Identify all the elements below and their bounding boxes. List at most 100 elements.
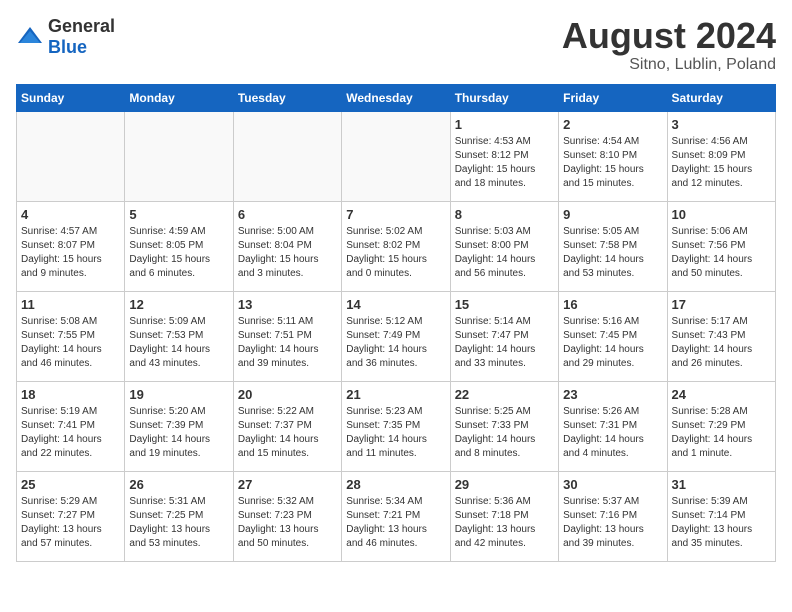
day-info: Sunrise: 5:03 AM Sunset: 8:00 PM Dayligh… xyxy=(455,225,554,281)
day-number: 21 xyxy=(346,386,445,405)
calendar-cell: 9Sunrise: 5:05 AM Sunset: 7:58 PM Daylig… xyxy=(559,201,667,291)
day-info: Sunrise: 5:17 AM Sunset: 7:43 PM Dayligh… xyxy=(672,315,771,371)
day-info: Sunrise: 4:54 AM Sunset: 8:10 PM Dayligh… xyxy=(563,135,662,191)
day-info: Sunrise: 5:23 AM Sunset: 7:35 PM Dayligh… xyxy=(346,405,445,461)
logo-blue: Blue xyxy=(48,37,87,57)
day-number: 28 xyxy=(346,476,445,495)
weekday-header-monday: Monday xyxy=(125,84,233,111)
calendar-header-row: SundayMondayTuesdayWednesdayThursdayFrid… xyxy=(17,84,776,111)
title-block: August 2024 Sitno, Lublin, Poland xyxy=(562,16,776,74)
calendar-cell: 21Sunrise: 5:23 AM Sunset: 7:35 PM Dayli… xyxy=(342,381,450,471)
day-number: 6 xyxy=(238,206,337,225)
day-info: Sunrise: 4:59 AM Sunset: 8:05 PM Dayligh… xyxy=(129,225,228,281)
day-info: Sunrise: 4:53 AM Sunset: 8:12 PM Dayligh… xyxy=(455,135,554,191)
calendar-cell xyxy=(125,111,233,201)
day-number: 31 xyxy=(672,476,771,495)
day-number: 14 xyxy=(346,296,445,315)
day-number: 12 xyxy=(129,296,228,315)
weekday-header-friday: Friday xyxy=(559,84,667,111)
calendar-cell: 1Sunrise: 4:53 AM Sunset: 8:12 PM Daylig… xyxy=(450,111,558,201)
day-number: 3 xyxy=(672,116,771,135)
calendar-cell: 8Sunrise: 5:03 AM Sunset: 8:00 PM Daylig… xyxy=(450,201,558,291)
day-number: 10 xyxy=(672,206,771,225)
calendar-cell: 26Sunrise: 5:31 AM Sunset: 7:25 PM Dayli… xyxy=(125,471,233,561)
calendar-cell xyxy=(233,111,341,201)
day-info: Sunrise: 5:36 AM Sunset: 7:18 PM Dayligh… xyxy=(455,495,554,551)
day-info: Sunrise: 5:14 AM Sunset: 7:47 PM Dayligh… xyxy=(455,315,554,371)
day-number: 15 xyxy=(455,296,554,315)
day-number: 22 xyxy=(455,386,554,405)
day-number: 17 xyxy=(672,296,771,315)
day-number: 24 xyxy=(672,386,771,405)
calendar-cell: 23Sunrise: 5:26 AM Sunset: 7:31 PM Dayli… xyxy=(559,381,667,471)
day-info: Sunrise: 5:08 AM Sunset: 7:55 PM Dayligh… xyxy=(21,315,120,371)
day-info: Sunrise: 5:29 AM Sunset: 7:27 PM Dayligh… xyxy=(21,495,120,551)
month-title: August 2024 xyxy=(562,16,776,56)
calendar-cell: 13Sunrise: 5:11 AM Sunset: 7:51 PM Dayli… xyxy=(233,291,341,381)
day-number: 5 xyxy=(129,206,228,225)
day-number: 2 xyxy=(563,116,662,135)
day-number: 19 xyxy=(129,386,228,405)
calendar-week-3: 11Sunrise: 5:08 AM Sunset: 7:55 PM Dayli… xyxy=(17,291,776,381)
day-info: Sunrise: 5:02 AM Sunset: 8:02 PM Dayligh… xyxy=(346,225,445,281)
page-header: General Blue August 2024 Sitno, Lublin, … xyxy=(16,16,776,74)
weekday-header-tuesday: Tuesday xyxy=(233,84,341,111)
calendar-cell: 19Sunrise: 5:20 AM Sunset: 7:39 PM Dayli… xyxy=(125,381,233,471)
calendar-cell: 25Sunrise: 5:29 AM Sunset: 7:27 PM Dayli… xyxy=(17,471,125,561)
calendar-cell: 3Sunrise: 4:56 AM Sunset: 8:09 PM Daylig… xyxy=(667,111,775,201)
calendar-week-5: 25Sunrise: 5:29 AM Sunset: 7:27 PM Dayli… xyxy=(17,471,776,561)
day-info: Sunrise: 5:05 AM Sunset: 7:58 PM Dayligh… xyxy=(563,225,662,281)
calendar-cell: 5Sunrise: 4:59 AM Sunset: 8:05 PM Daylig… xyxy=(125,201,233,291)
calendar-cell xyxy=(17,111,125,201)
calendar-cell: 24Sunrise: 5:28 AM Sunset: 7:29 PM Dayli… xyxy=(667,381,775,471)
day-info: Sunrise: 5:25 AM Sunset: 7:33 PM Dayligh… xyxy=(455,405,554,461)
calendar-cell: 20Sunrise: 5:22 AM Sunset: 7:37 PM Dayli… xyxy=(233,381,341,471)
day-number: 9 xyxy=(563,206,662,225)
day-number: 16 xyxy=(563,296,662,315)
calendar-cell: 28Sunrise: 5:34 AM Sunset: 7:21 PM Dayli… xyxy=(342,471,450,561)
day-number: 4 xyxy=(21,206,120,225)
day-info: Sunrise: 5:37 AM Sunset: 7:16 PM Dayligh… xyxy=(563,495,662,551)
calendar-table: SundayMondayTuesdayWednesdayThursdayFrid… xyxy=(16,84,776,562)
calendar-week-4: 18Sunrise: 5:19 AM Sunset: 7:41 PM Dayli… xyxy=(17,381,776,471)
day-info: Sunrise: 5:32 AM Sunset: 7:23 PM Dayligh… xyxy=(238,495,337,551)
day-info: Sunrise: 5:31 AM Sunset: 7:25 PM Dayligh… xyxy=(129,495,228,551)
logo: General Blue xyxy=(16,16,115,58)
day-number: 13 xyxy=(238,296,337,315)
calendar-cell: 16Sunrise: 5:16 AM Sunset: 7:45 PM Dayli… xyxy=(559,291,667,381)
weekday-header-sunday: Sunday xyxy=(17,84,125,111)
day-info: Sunrise: 5:26 AM Sunset: 7:31 PM Dayligh… xyxy=(563,405,662,461)
day-number: 18 xyxy=(21,386,120,405)
weekday-header-saturday: Saturday xyxy=(667,84,775,111)
calendar-cell: 31Sunrise: 5:39 AM Sunset: 7:14 PM Dayli… xyxy=(667,471,775,561)
day-info: Sunrise: 4:56 AM Sunset: 8:09 PM Dayligh… xyxy=(672,135,771,191)
logo-icon xyxy=(16,25,44,49)
calendar-cell: 6Sunrise: 5:00 AM Sunset: 8:04 PM Daylig… xyxy=(233,201,341,291)
calendar-cell: 11Sunrise: 5:08 AM Sunset: 7:55 PM Dayli… xyxy=(17,291,125,381)
day-number: 29 xyxy=(455,476,554,495)
calendar-cell: 27Sunrise: 5:32 AM Sunset: 7:23 PM Dayli… xyxy=(233,471,341,561)
calendar-cell: 18Sunrise: 5:19 AM Sunset: 7:41 PM Dayli… xyxy=(17,381,125,471)
day-number: 27 xyxy=(238,476,337,495)
calendar-cell: 14Sunrise: 5:12 AM Sunset: 7:49 PM Dayli… xyxy=(342,291,450,381)
calendar-cell: 15Sunrise: 5:14 AM Sunset: 7:47 PM Dayli… xyxy=(450,291,558,381)
calendar-cell: 10Sunrise: 5:06 AM Sunset: 7:56 PM Dayli… xyxy=(667,201,775,291)
day-info: Sunrise: 5:20 AM Sunset: 7:39 PM Dayligh… xyxy=(129,405,228,461)
day-number: 23 xyxy=(563,386,662,405)
day-info: Sunrise: 5:00 AM Sunset: 8:04 PM Dayligh… xyxy=(238,225,337,281)
day-number: 30 xyxy=(563,476,662,495)
calendar-cell: 7Sunrise: 5:02 AM Sunset: 8:02 PM Daylig… xyxy=(342,201,450,291)
day-number: 8 xyxy=(455,206,554,225)
day-number: 1 xyxy=(455,116,554,135)
location-title: Sitno, Lublin, Poland xyxy=(562,56,776,74)
day-info: Sunrise: 5:34 AM Sunset: 7:21 PM Dayligh… xyxy=(346,495,445,551)
day-info: Sunrise: 5:09 AM Sunset: 7:53 PM Dayligh… xyxy=(129,315,228,371)
calendar-week-1: 1Sunrise: 4:53 AM Sunset: 8:12 PM Daylig… xyxy=(17,111,776,201)
weekday-header-wednesday: Wednesday xyxy=(342,84,450,111)
day-info: Sunrise: 5:22 AM Sunset: 7:37 PM Dayligh… xyxy=(238,405,337,461)
weekday-header-thursday: Thursday xyxy=(450,84,558,111)
day-info: Sunrise: 5:11 AM Sunset: 7:51 PM Dayligh… xyxy=(238,315,337,371)
calendar-cell: 2Sunrise: 4:54 AM Sunset: 8:10 PM Daylig… xyxy=(559,111,667,201)
day-number: 7 xyxy=(346,206,445,225)
day-number: 25 xyxy=(21,476,120,495)
